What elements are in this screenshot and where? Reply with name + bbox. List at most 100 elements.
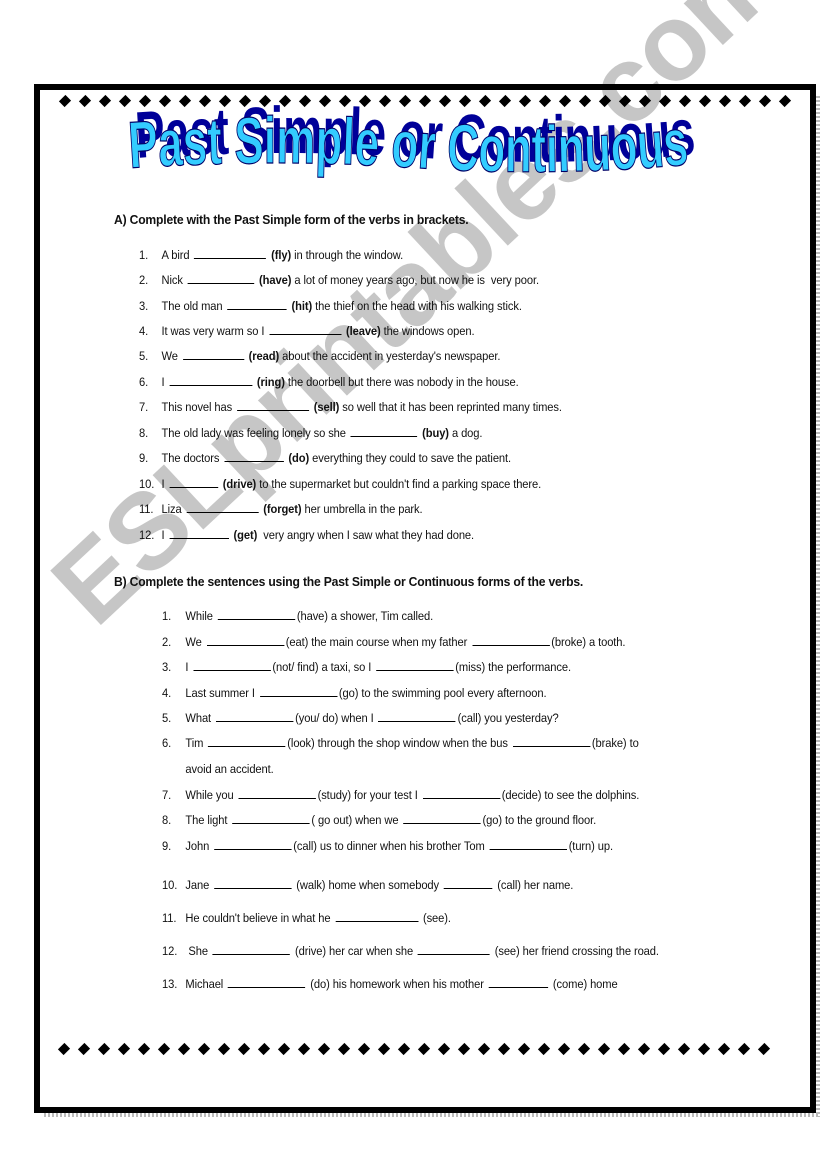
sentence-text: (eat) the main course when my father: [285, 635, 471, 649]
answer-blank[interactable]: [186, 501, 259, 513]
exercise-item: 9. John (call) us to dinner when his brot…: [162, 838, 613, 853]
sentence-text: (walk) home when somebody: [293, 878, 443, 892]
sentence-text: to the supermarket but couldn't find a p…: [256, 477, 542, 491]
answer-blank[interactable]: [236, 399, 309, 411]
answer-blank[interactable]: [206, 634, 284, 646]
sentence-text: We: [185, 635, 205, 649]
exercise-item: 6. I (ring) the doorbell but there was no…: [139, 374, 519, 389]
item-number: 13.: [162, 977, 178, 991]
answer-blank[interactable]: [212, 943, 291, 955]
verb-hint: (forget): [260, 502, 302, 516]
answer-blank[interactable]: [187, 272, 255, 284]
sentence-text: her umbrella in the park.: [301, 502, 423, 516]
exercise-item: 8. The light ( go out) when we (go) to th…: [162, 812, 596, 827]
sentence-text: (broke) a tooth.: [551, 635, 626, 649]
sentence-text: the thief on the head with his walking s…: [312, 299, 522, 313]
answer-blank[interactable]: [224, 450, 284, 462]
verb-hint: (leave): [342, 324, 381, 338]
answer-blank[interactable]: [208, 735, 286, 747]
exercise-item: 11. He couldn't believe in what he (see).: [162, 910, 451, 925]
item-number: 3.: [162, 660, 172, 674]
sentence-text: about the accident in yesterday's newspa…: [279, 349, 501, 363]
verb-hint: (fly): [268, 248, 292, 262]
answer-blank[interactable]: [238, 787, 316, 799]
sentence-text: the windows open.: [380, 324, 475, 338]
answer-blank[interactable]: [227, 298, 287, 310]
answer-blank[interactable]: [169, 374, 253, 386]
sentence-text: I: [161, 477, 168, 491]
answer-blank[interactable]: [182, 348, 244, 360]
item-number: 9.: [162, 839, 172, 853]
verb-hint: (have): [256, 273, 292, 287]
answer-blank[interactable]: [512, 735, 591, 747]
exercise-item: 10. I (drive) to the supermarket but coul…: [139, 476, 541, 491]
item-number: 4.: [162, 686, 172, 700]
sentence-text: (decide) to see the dolphins.: [501, 788, 640, 802]
answer-blank[interactable]: [214, 877, 292, 889]
answer-blank[interactable]: [169, 476, 218, 488]
item-number: 11.: [162, 911, 177, 925]
sentence-text: (study) for your test I: [317, 788, 421, 802]
answer-blank[interactable]: [376, 659, 454, 671]
sentence-text: (see).: [419, 911, 451, 925]
sentence-text: (miss) the performance.: [455, 660, 571, 674]
exercise-item: 2. Nick (have) a lot of money years ago, …: [139, 272, 539, 287]
item-number: 4.: [139, 324, 149, 338]
verb-hint: (hit): [288, 299, 313, 313]
exercise-item: 1. A bird (fly) in through the window.: [139, 247, 403, 262]
answer-blank[interactable]: [193, 659, 271, 671]
sentence-text: Michael: [185, 977, 227, 991]
sentence-text: (you/ do) when I: [295, 711, 377, 725]
sentence-text: in through the window.: [291, 248, 404, 262]
item-number: 6.: [139, 375, 149, 389]
verb-hint: (get): [230, 528, 258, 542]
sentence-text: ( go out) when we: [311, 813, 402, 827]
sentence-text: (brake) to: [591, 736, 639, 750]
exercise-item: 12. She (drive) her car when she (see) h…: [162, 943, 659, 958]
sentence-text: The old lady was feeling lonely so she: [161, 426, 349, 440]
answer-blank[interactable]: [269, 323, 342, 335]
answer-blank[interactable]: [232, 812, 310, 824]
exercise-item: 7. While you (study) for your test I (dec…: [162, 787, 639, 802]
item-number: 12.: [139, 528, 155, 542]
sentence-text: (have) a shower, Tim called.: [296, 609, 434, 623]
item-number: 3.: [139, 299, 149, 313]
answer-blank[interactable]: [169, 527, 229, 539]
answer-blank[interactable]: [214, 838, 292, 850]
answer-blank[interactable]: [417, 943, 490, 955]
answer-blank[interactable]: [488, 976, 549, 988]
answer-blank[interactable]: [350, 425, 418, 437]
answer-blank[interactable]: [378, 710, 456, 722]
exercise-item: 9. The doctors (do) everything they could…: [139, 450, 511, 465]
sentence-text: It was very warm so I: [161, 324, 268, 338]
sentence-text: What: [185, 711, 215, 725]
sentence-text: (look) through the shop window when the …: [287, 736, 511, 750]
sentence-text: (come) home: [549, 977, 618, 991]
answer-blank[interactable]: [217, 608, 296, 620]
sentence-text: I: [161, 528, 168, 542]
sentence-text: (call) her name.: [494, 878, 574, 892]
sentence-text: (not/ find) a taxi, so I: [272, 660, 375, 674]
exercise-item: 4. It was very warm so I (leave) the wind…: [139, 323, 475, 338]
verb-hint: (read): [245, 349, 280, 363]
answer-blank[interactable]: [215, 710, 294, 722]
answer-blank[interactable]: [228, 976, 306, 988]
sentence-text: This novel has: [161, 400, 236, 414]
exercise-item: 12. I (get) very angry when I saw what th…: [139, 527, 474, 542]
answer-blank[interactable]: [194, 247, 267, 259]
answer-blank[interactable]: [422, 787, 500, 799]
answer-blank[interactable]: [335, 910, 419, 922]
sentence-text: (go) to the ground floor.: [482, 813, 597, 827]
answer-blank[interactable]: [259, 685, 338, 697]
answer-blank[interactable]: [403, 812, 481, 824]
verb-hint: (do): [285, 451, 310, 465]
answer-blank[interactable]: [489, 838, 567, 850]
verb-hint: (sell): [310, 400, 340, 414]
item-number: 1.: [139, 248, 149, 262]
item-number: 10.: [139, 477, 155, 491]
exercise-item: 7. This novel has (sell) so well that it …: [139, 399, 562, 414]
item-number: 6.: [162, 736, 172, 750]
answer-blank[interactable]: [472, 634, 550, 646]
answer-blank[interactable]: [443, 877, 493, 889]
item-number: 8.: [139, 426, 149, 440]
